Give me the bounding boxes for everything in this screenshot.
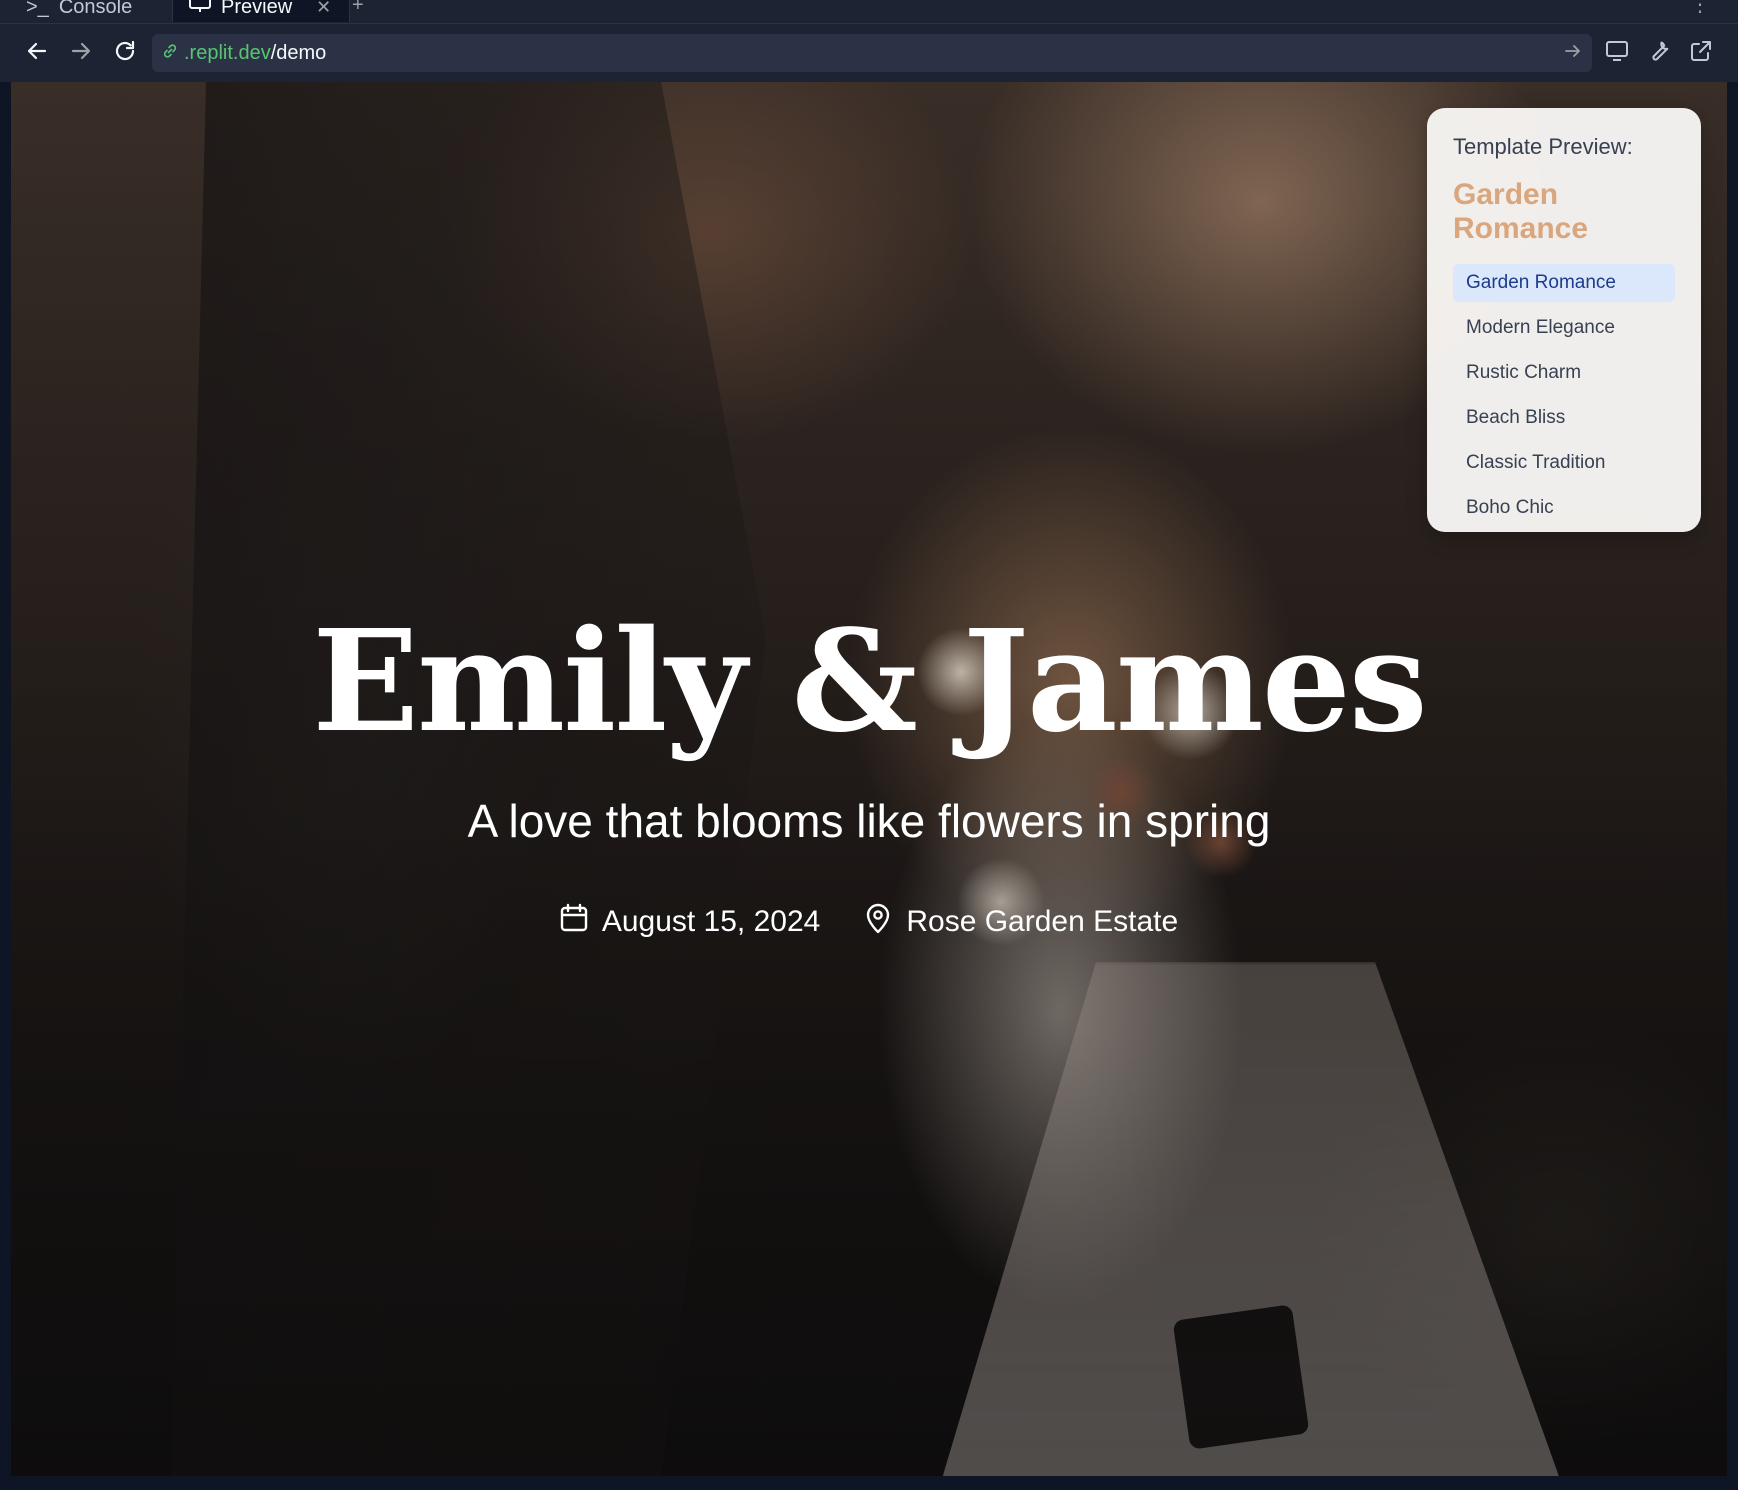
map-pin-icon: [864, 902, 892, 942]
event-details: August 15, 2024 Rose Garden Estate: [11, 902, 1727, 942]
template-preview-panel: Template Preview: Garden Romance Garden …: [1427, 108, 1701, 532]
wrench-icon[interactable]: [1644, 36, 1674, 66]
link-icon: [162, 42, 178, 65]
template-option-garden-romance[interactable]: Garden Romance: [1453, 264, 1675, 302]
template-option-modern-elegance[interactable]: Modern Elegance: [1453, 309, 1675, 347]
preview-viewport: Emily & James A love that blooms like fl…: [11, 82, 1727, 1476]
event-date-text: August 15, 2024: [601, 905, 821, 938]
forward-arrow-icon[interactable]: [66, 36, 96, 66]
tab-preview-label: Preview: [221, 0, 293, 18]
url-host: .replit.dev: [184, 41, 271, 64]
browser-toolbar: .replit.dev/demo: [0, 24, 1738, 82]
url-bar[interactable]: .replit.dev/demo: [152, 34, 1592, 72]
go-arrow-icon[interactable]: [1564, 42, 1582, 66]
tab-console-label: Console: [58, 0, 133, 18]
hero-tagline: A love that blooms like flowers in sprin…: [467, 795, 1271, 847]
add-tab-icon[interactable]: +: [352, 0, 364, 17]
template-option-boho-chic[interactable]: Boho Chic: [1453, 489, 1675, 527]
devices-icon[interactable]: [1602, 36, 1632, 66]
event-date: August 15, 2024: [560, 903, 821, 941]
template-option-classic-tradition[interactable]: Classic Tradition: [1453, 444, 1675, 482]
more-menu-icon[interactable]: ⋮: [1690, 0, 1710, 17]
open-external-icon[interactable]: [1686, 36, 1716, 66]
reload-icon[interactable]: [110, 36, 140, 66]
terminal-icon: >_: [26, 0, 49, 18]
template-option-rustic-charm[interactable]: Rustic Charm: [1453, 354, 1675, 392]
back-arrow-icon[interactable]: [22, 36, 52, 66]
close-icon[interactable]: ✕: [316, 0, 331, 18]
couple-names-title: Emily & James: [312, 600, 1427, 764]
tab-console[interactable]: >_ Console: [10, 0, 148, 22]
calendar-icon: [560, 903, 588, 941]
template-list: Garden Romance Modern Elegance Rustic Ch…: [1453, 264, 1675, 527]
tab-bar: >_ Console Preview ✕ + ⋮: [0, 0, 1738, 24]
url-path: /demo: [270, 41, 327, 64]
event-venue: Rose Garden Estate: [864, 902, 1178, 942]
template-panel-label: Template Preview:: [1453, 134, 1633, 159]
current-template-name: Garden Romance: [1453, 178, 1589, 245]
tab-preview[interactable]: Preview ✕: [172, 0, 351, 22]
template-option-beach-bliss[interactable]: Beach Bliss: [1453, 399, 1675, 437]
event-venue-text: Rose Garden Estate: [906, 905, 1179, 938]
monitor-icon: [189, 0, 211, 19]
